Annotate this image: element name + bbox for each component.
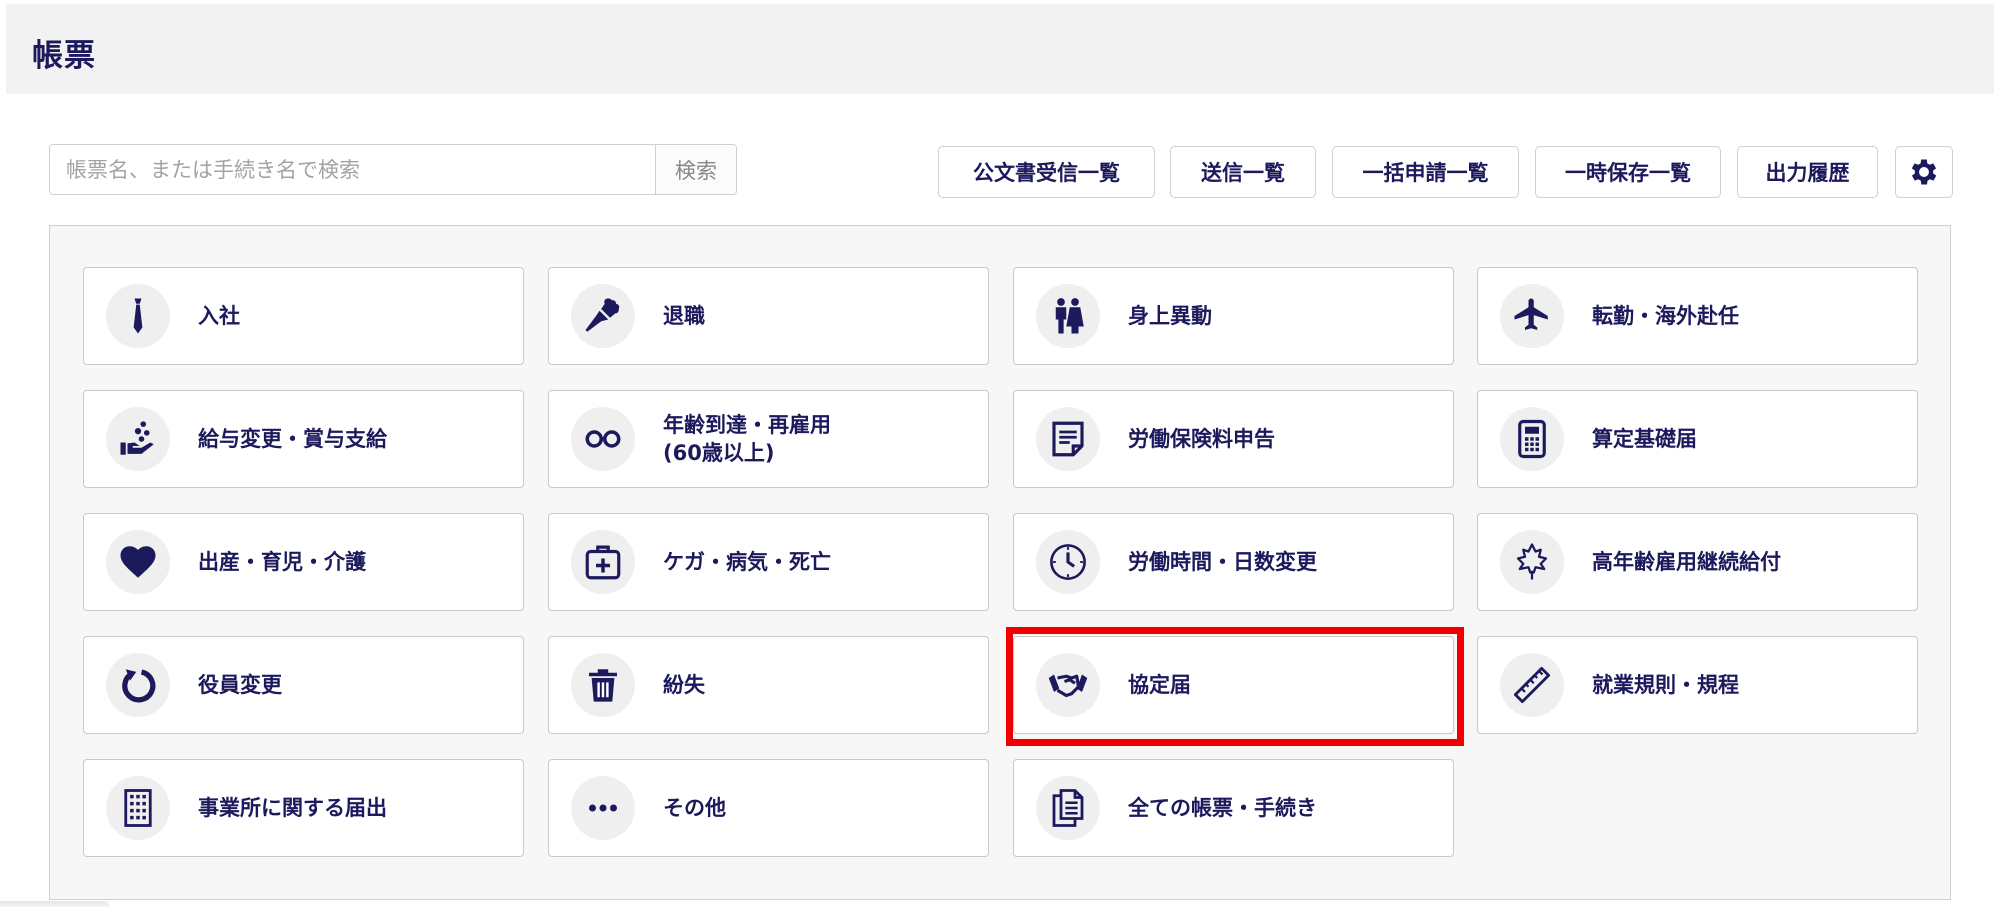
- documents-icon: [1036, 776, 1100, 840]
- tile-agreement-notice[interactable]: 協定届: [1013, 636, 1454, 734]
- tile-joining[interactable]: 入社: [83, 267, 524, 365]
- tile-personal-changes[interactable]: 身上異動: [1013, 267, 1454, 365]
- tile-label: 紛失: [663, 673, 705, 697]
- bouquet-icon: [571, 284, 635, 348]
- tile-label: 事業所に関する届出: [198, 796, 387, 820]
- couple-icon: [1036, 284, 1100, 348]
- airplane-icon: [1500, 284, 1564, 348]
- batch-application-list-button[interactable]: 一括申請一覧: [1332, 146, 1519, 198]
- tile-labor-insurance-declaration[interactable]: 労働保険料申告: [1013, 390, 1454, 488]
- gear-icon: [1911, 159, 1937, 185]
- tile-retirement[interactable]: 退職: [548, 267, 989, 365]
- clock-icon: [1036, 530, 1100, 594]
- tile-label: 出産・育児・介護: [198, 550, 366, 574]
- tile-label: 労働時間・日数変更: [1128, 550, 1317, 574]
- tile-office-notifications[interactable]: 事業所に関する届出: [83, 759, 524, 857]
- page-header: 帳票: [6, 4, 1994, 94]
- scrollbar-hint: [0, 901, 110, 907]
- tile-calculation-basis[interactable]: 算定基礎届: [1477, 390, 1918, 488]
- tile-label: 算定基礎届: [1592, 427, 1697, 451]
- calculator-icon: [1500, 407, 1564, 471]
- tile-work-rules[interactable]: 就業規則・規程: [1477, 636, 1918, 734]
- ruler-icon: [1500, 653, 1564, 717]
- tile-label: 役員変更: [198, 673, 282, 697]
- tile-label: 高年齢雇用継続給付: [1592, 550, 1781, 574]
- heart-icon: [106, 530, 170, 594]
- tile-label: その他: [663, 796, 726, 820]
- first-aid-kit-icon: [571, 530, 635, 594]
- tile-label: 給与変更・賞与支給: [198, 427, 387, 451]
- tile-label: 転勤・海外赴任: [1592, 304, 1739, 328]
- page-title: 帳票: [32, 38, 96, 74]
- temporary-saved-list-button[interactable]: 一時保存一覧: [1535, 146, 1721, 198]
- tile-label: 全ての帳票・手続き: [1128, 796, 1317, 820]
- tile-label: 年齢到達・再雇用 (60歳以上): [663, 413, 831, 465]
- tile-label: 身上異動: [1128, 304, 1212, 328]
- tile-all-forms[interactable]: 全ての帳票・手続き: [1013, 759, 1454, 857]
- more-dots-icon: [571, 776, 635, 840]
- search-input[interactable]: [50, 145, 655, 194]
- settings-button[interactable]: [1895, 146, 1953, 198]
- tile-salary-bonus[interactable]: 給与変更・賞与支給: [83, 390, 524, 488]
- handshake-icon: [1036, 653, 1100, 717]
- hand-coins-icon: [106, 407, 170, 471]
- tile-lost[interactable]: 紛失: [548, 636, 989, 734]
- trash-icon: [571, 653, 635, 717]
- search-bar: 検索: [49, 144, 737, 195]
- necktie-icon: [106, 284, 170, 348]
- tile-other[interactable]: その他: [548, 759, 989, 857]
- maple-leaf-icon: [1500, 530, 1564, 594]
- tile-label: 協定届: [1128, 673, 1191, 697]
- tile-officer-change[interactable]: 役員変更: [83, 636, 524, 734]
- tile-label: 労働保険料申告: [1128, 427, 1275, 451]
- tile-label: 退職: [663, 304, 705, 328]
- tile-age-reemployment[interactable]: 年齢到達・再雇用 (60歳以上): [548, 390, 989, 488]
- refresh-icon: [106, 653, 170, 717]
- search-button[interactable]: 検索: [655, 145, 736, 194]
- glasses-icon: [571, 407, 635, 471]
- sent-list-button[interactable]: 送信一覧: [1170, 146, 1316, 198]
- tile-transfer-overseas[interactable]: 転勤・海外赴任: [1477, 267, 1918, 365]
- tile-injury-illness-death[interactable]: ケガ・病気・死亡: [548, 513, 989, 611]
- tile-label: 就業規則・規程: [1592, 673, 1739, 697]
- tile-label: 入社: [198, 304, 240, 328]
- tile-label: ケガ・病気・死亡: [663, 550, 831, 574]
- official-docs-received-button[interactable]: 公文書受信一覧: [938, 146, 1155, 198]
- tile-working-hours-change[interactable]: 労働時間・日数変更: [1013, 513, 1454, 611]
- output-history-button[interactable]: 出力履歴: [1737, 146, 1878, 198]
- tile-childbirth-care[interactable]: 出産・育児・介護: [83, 513, 524, 611]
- tile-elderly-employment-benefit[interactable]: 高年齢雇用継続給付: [1477, 513, 1918, 611]
- building-icon: [106, 776, 170, 840]
- document-icon: [1036, 407, 1100, 471]
